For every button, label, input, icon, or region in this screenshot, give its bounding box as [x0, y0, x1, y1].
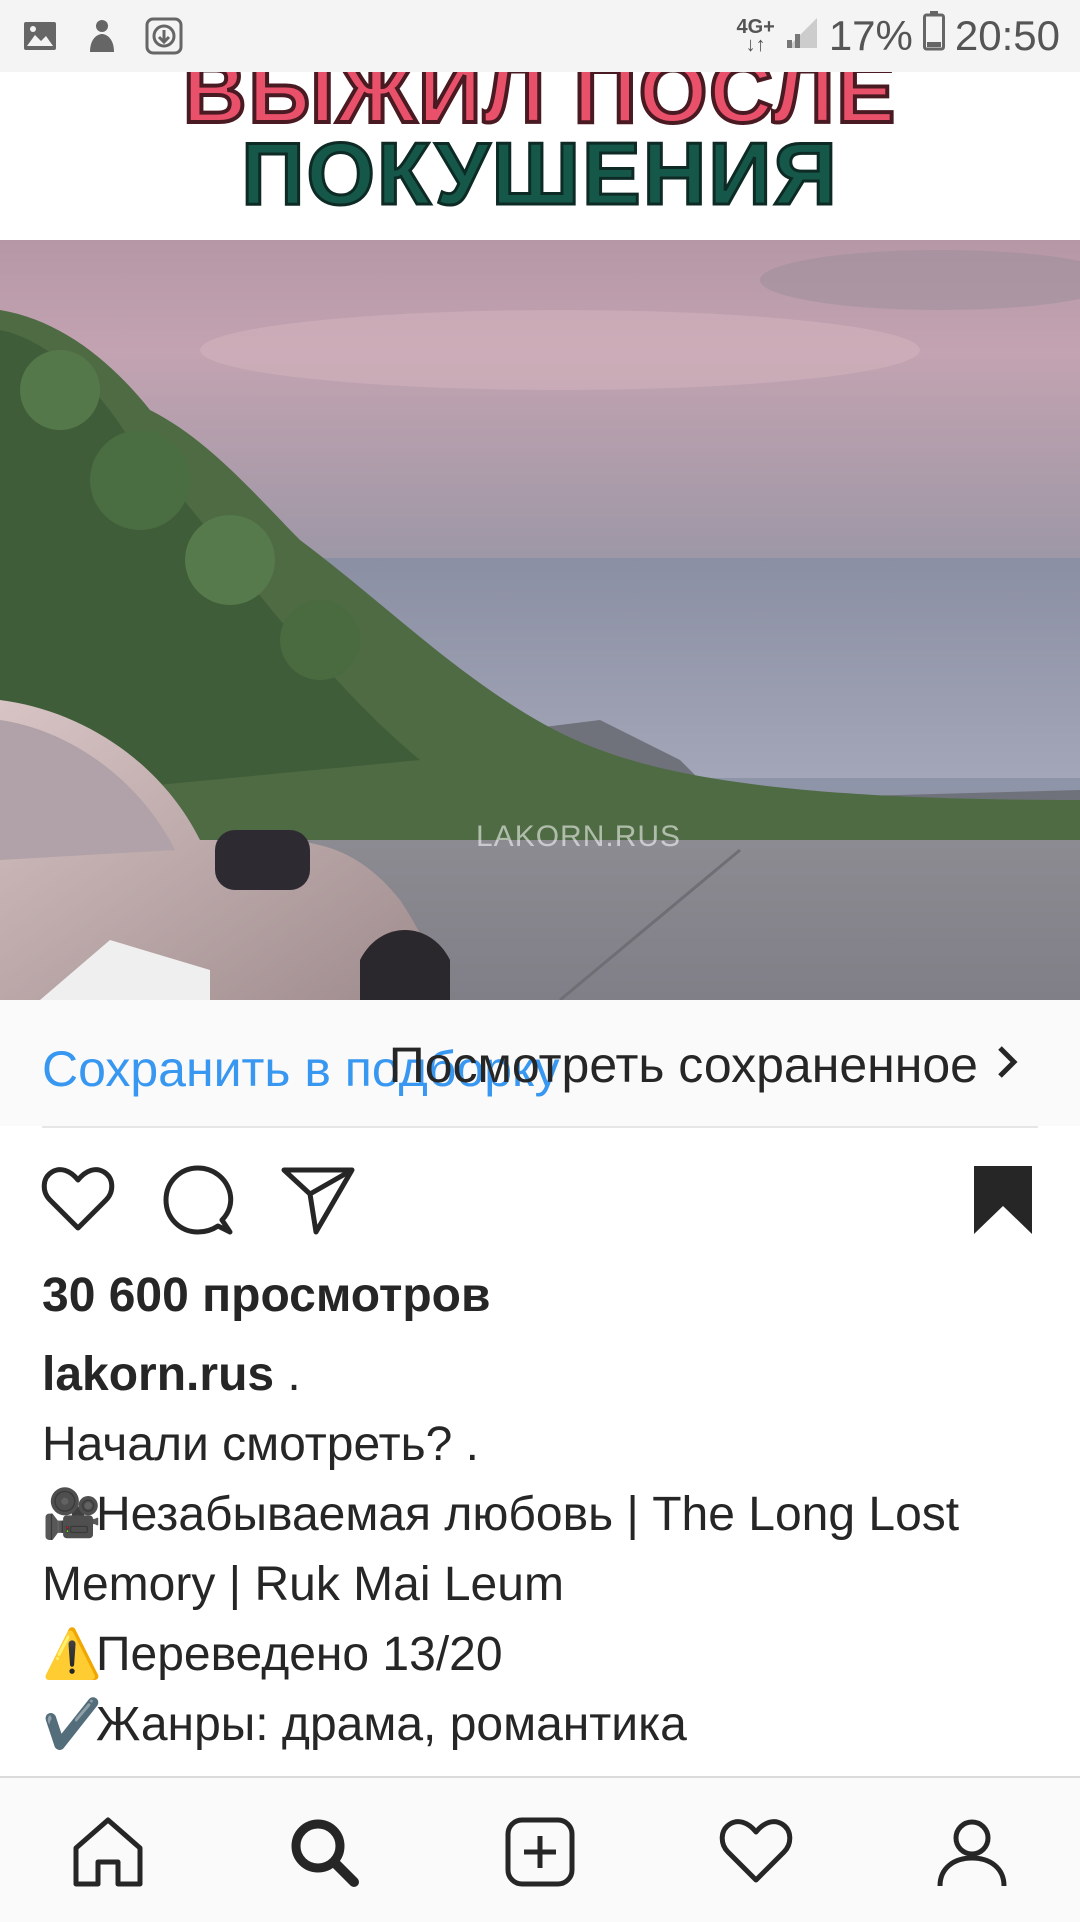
video-frame-image — [0, 240, 1080, 1000]
video-watermark: LAKORN.RUS — [476, 820, 682, 853]
caption-line: Начали смотреть? . — [42, 1410, 1042, 1480]
caption-text: Переведено 13/20 — [96, 1628, 503, 1681]
caption-text: Начали смотреть? . — [42, 1418, 479, 1471]
caption-header: lakorn.rus . — [42, 1340, 1042, 1410]
movie-camera-icon: 🎥 — [42, 1488, 102, 1541]
bottom-nav — [0, 1776, 1080, 1922]
caption-text: Незабываемая любовь | The Long Lost Memo… — [42, 1488, 960, 1611]
video-title-panel: ВЫЖИЛ ПОСЛЕ ПОКУШЕНИЯ — [0, 72, 1080, 240]
status-bar: 4G+ ↓↑ 17% 20:50 — [0, 0, 1080, 72]
signal-icon — [785, 12, 819, 60]
home-icon[interactable] — [70, 1814, 146, 1890]
clock: 20:50 — [954, 12, 1060, 59]
caption-line: ✔️Жанры: драма, романтика — [42, 1690, 1042, 1760]
heart-icon[interactable] — [40, 1162, 116, 1238]
comment-icon[interactable] — [160, 1162, 236, 1238]
image-icon — [20, 16, 60, 56]
video-title-line1: ВЫЖИЛ ПОСЛЕ — [181, 72, 898, 141]
network-arrows: ↓↑ — [745, 34, 766, 56]
caption-line: 🎥Незабываемая любовь | The Long Lost Mem… — [42, 1480, 1042, 1620]
app-icon — [82, 16, 122, 56]
post-username[interactable]: lakorn.rus — [42, 1348, 274, 1401]
post-actions — [0, 1150, 1080, 1260]
profile-icon[interactable] — [934, 1814, 1010, 1890]
username-suffix: . — [274, 1348, 301, 1401]
caption-line: ⚠️Переведено 13/20 — [42, 1620, 1042, 1690]
battery-percent: 17% — [828, 12, 913, 59]
check-mark-icon: ✔️ — [42, 1698, 102, 1751]
chevron-right-icon — [994, 1036, 1020, 1094]
save-collection-bar: Сохранить в подборку Посмотреть сохранен… — [0, 1000, 1080, 1126]
network-indicator: 4G+ ↓↑ — [736, 17, 774, 56]
bookmark-icon[interactable] — [970, 1162, 1046, 1238]
new-post-icon[interactable] — [502, 1814, 578, 1890]
warning-icon: ⚠️ — [42, 1628, 102, 1681]
activity-icon[interactable] — [718, 1814, 794, 1890]
search-icon[interactable] — [286, 1814, 362, 1890]
view-saved-label: Посмотреть сохраненное — [388, 1037, 978, 1093]
send-icon[interactable] — [280, 1162, 356, 1238]
view-saved-link[interactable]: Посмотреть сохраненное — [389, 1036, 1020, 1094]
battery-icon — [922, 11, 945, 61]
caption-text: Жанры: драма, романтика — [96, 1698, 687, 1751]
video-title-line2: ПОКУШЕНИЯ — [240, 124, 839, 223]
video-player[interactable]: LAKORN.RUS — [0, 240, 1080, 1000]
divider — [42, 1126, 1038, 1128]
post-caption: lakorn.rus . Начали смотреть? . 🎥Незабыв… — [42, 1340, 1042, 1760]
views-count: 30 600 просмотров — [42, 1269, 491, 1322]
download-icon — [144, 16, 184, 56]
